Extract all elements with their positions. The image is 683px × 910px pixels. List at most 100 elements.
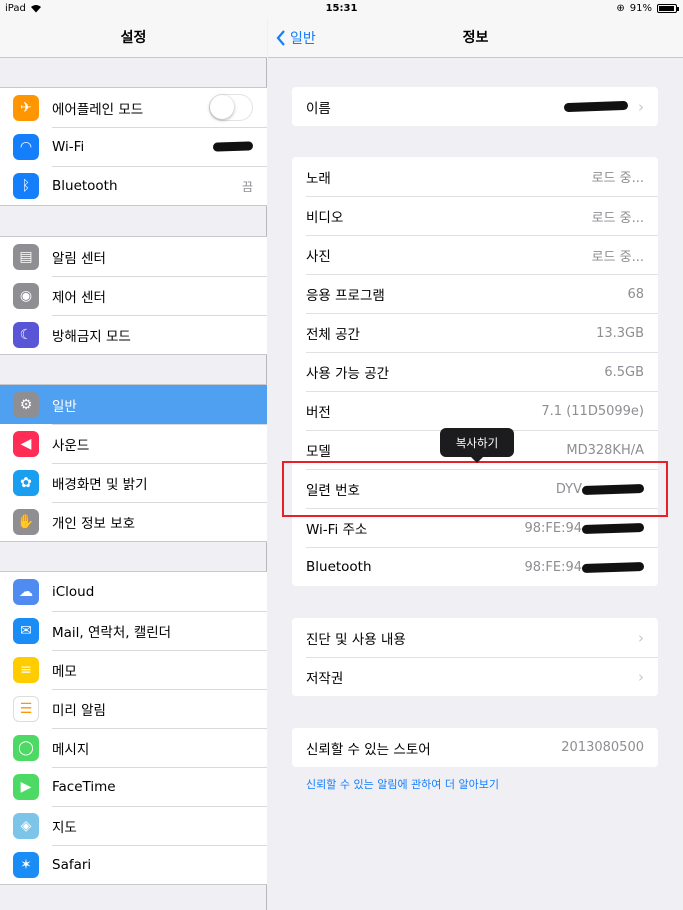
toggle-knob [210,95,234,119]
sidebar-item[interactable]: ⚙ 일반 [0,385,267,424]
info-row-value: 13.3GB [596,325,644,341]
hand-icon: ✋ [13,508,39,535]
sidebar-item[interactable]: ▶ FaceTime [0,767,267,806]
sidebar-group: ⚙ 일반 ◀ 사운드 ✿ 배경화면 및 밝기 ✋ 개인 정보 보호 [0,384,267,542]
info-row-label: 전체 공간 [306,327,360,343]
info-row-label: 노래 [306,170,331,187]
sidebar-item-label: Mail, 연락처, 캘린더 [52,625,172,641]
info-row-label: 응용 프로그램 [306,288,385,304]
info-row: 사용 가능 공간 6.5GB [292,352,658,391]
airplane-icon: ✈ [13,94,39,121]
highlight-box [282,461,668,517]
sidebar-item[interactable]: ✶ Safari [0,845,267,884]
info-row[interactable]: 이름 › [292,87,658,126]
sidebar-item-label: 배경화면 및 밝기 [52,477,148,493]
facetime-icon: ▶ [13,773,39,800]
sidebar-item-label: FaceTime [52,779,116,795]
info-group: 이름 › [292,87,658,126]
info-row-label: 모델 [306,444,331,460]
info-row: 신뢰할 수 있는 스토어 2013080500 [292,728,658,767]
sidebar-item-label: 메시지 [52,742,90,758]
redaction-scribble [581,561,645,573]
page-title: 정보 [462,30,489,46]
copy-tooltip[interactable]: 복사하기 [440,428,514,463]
moon-icon: ☾ [13,321,39,348]
notes-icon: ≡ [13,656,39,683]
sidebar-item-label: 미리 알림 [52,703,106,719]
mail-icon: ✉ [13,617,39,644]
sidebar-item[interactable]: ◈ 지도 [0,806,267,845]
info-row-value: 98:FE:94 [524,521,645,536]
sidebar-item-label: 제어 센터 [52,290,106,306]
sidebar-item[interactable]: ✋ 개인 정보 보호 [0,502,267,541]
info-row-label: 버전 [306,405,331,421]
reminders-icon: ☰ [13,695,39,722]
info-row[interactable]: 진단 및 사용 내용 › [292,618,658,657]
info-row-label: 저작권 [306,671,344,687]
info-row-label: 사진 [306,249,331,265]
sidebar-item[interactable]: ☁ iCloud [0,572,267,611]
sidebar-item-label: 사운드 [52,438,90,454]
sidebar-item-label: Wi-Fi [52,139,85,155]
sidebar-item[interactable]: ≡ 메모 [0,650,267,689]
icloud-icon: ☁ [13,578,39,605]
airplane-mode-toggle[interactable] [209,94,253,121]
sidebar-item-label: Bluetooth [52,178,118,194]
info-row-value: 98:FE:94 [524,560,645,575]
trusted-store-info-link[interactable]: 신뢰할 수 있는 알림에 관하여 더 알아보기 [306,776,499,792]
sidebar-item-label: iCloud [52,583,95,600]
info-group: 신뢰할 수 있는 스토어 2013080500 [292,728,658,767]
info-row: 사진 로드 중... [292,235,658,274]
battery-percent: 91% [629,3,652,14]
chevron-right-icon: › [638,628,644,647]
redaction-scribble [563,100,629,113]
info-row-label: 사용 가능 공간 [306,366,390,382]
gear-icon: ⚙ [13,391,39,418]
info-row: 버전 7.1 (11D5099e) [292,391,658,430]
info-row-value [563,99,629,114]
sidebar-item-label: 개인 정보 보호 [52,516,136,532]
sidebar-group: ✈ 에어플레인 모드 ◠ Wi-Fi ᛒ Bluetooth 끔 [0,87,267,206]
sidebar-item[interactable]: ᛒ Bluetooth 끔 [0,166,267,205]
sidebar-item[interactable]: ☾ 방해금지 모드 [0,315,267,354]
sidebar-item-label: 방해금지 모드 [52,329,131,345]
flower-icon: ✿ [13,469,39,496]
sidebar-item[interactable]: ▤ 알림 센터 [0,237,267,276]
info-row-value: 로드 중... [591,210,644,226]
sidebar-item-value: 끔 [241,179,253,194]
settings-sidebar: 설정 ✈ 에어플레인 모드 ◠ Wi-Fi ᛒ Bluetooth 끔 ▤ 알림 센터 ◉ 제어 센… [0,0,267,910]
wifi-icon: ◠ [13,133,39,160]
control-center-icon: ◉ [13,282,39,309]
sidebar-item[interactable]: ✿ 배경화면 및 밝기 [0,463,267,502]
info-row-label: Wi-Fi 주소 [306,522,368,538]
messages-icon: ◯ [13,734,39,761]
info-row-value: 로드 중... [591,171,644,186]
sidebar-group: ☁ iCloud ✉ Mail, 연락처, 캘린더 ≡ 메모 ☰ 미리 알림 ◯ 메시지 ▶ Face… [0,571,267,885]
redaction-scribble [212,141,254,152]
sidebar-item[interactable]: ☰ 미리 알림 [0,689,267,728]
info-group: 노래 로드 중... 비디오 로드 중... 사진 로드 중... 응용 프로그램 68 전체 … [292,157,658,586]
sidebar-item[interactable]: ◀ 사운드 [0,424,267,463]
info-row-value: 7.1 (11D5099e) [541,403,644,419]
speaker-icon: ◀ [13,430,39,457]
info-row: 전체 공간 13.3GB [292,313,658,352]
clock: 15:31 [325,3,358,14]
sidebar-item[interactable]: ◉ 제어 센터 [0,276,267,315]
info-row[interactable]: 저작권 › [292,657,658,696]
sidebar-item[interactable]: ◠ Wi-Fi [0,127,267,166]
sidebar-group: ▤ 알림 센터 ◉ 제어 센터 ☾ 방해금지 모드 [0,236,267,355]
info-row-label: 비디오 [306,210,344,226]
chevron-right-icon: › [638,97,644,116]
battery-icon [657,4,679,13]
about-panel: 일반 정보 이름 › 노래 로드 중... 비디오 로드 중... 사진 로드 중... 응용 … [268,0,683,910]
redaction-scribble [581,522,645,534]
info-row: Bluetooth 98:FE:94 [292,547,658,586]
status-bar: iPad 15:31 ⊕ 91% [0,0,683,18]
sidebar-item[interactable]: ✉ Mail, 연락처, 캘린더 [0,611,267,650]
info-row-value: 로드 중... [591,249,644,265]
sidebar-item[interactable]: ✈ 에어플레인 모드 [0,88,267,127]
info-row: 노래 로드 중... [292,157,658,196]
safari-icon: ✶ [13,851,39,878]
sidebar-item-label: 지도 [52,820,77,836]
sidebar-item[interactable]: ◯ 메시지 [0,728,267,767]
